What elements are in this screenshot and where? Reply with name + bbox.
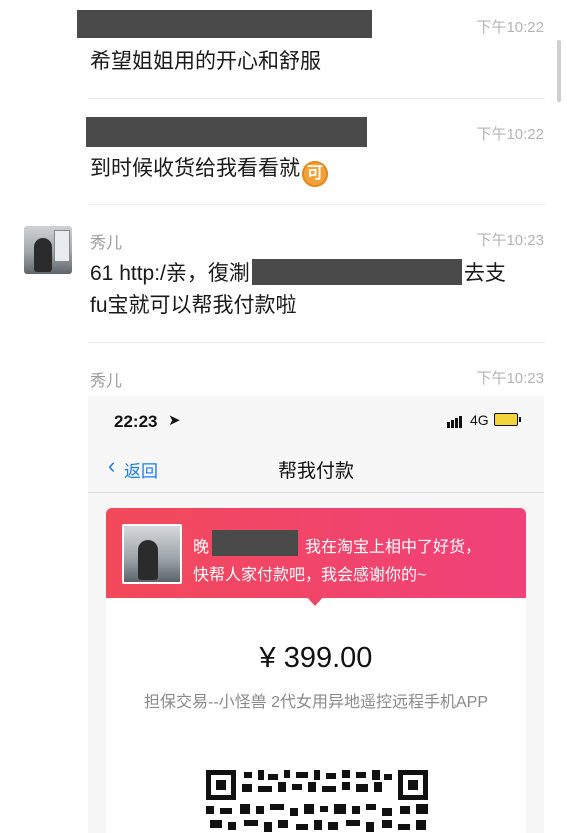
shared-screenshot[interactable]: 22:23 ➤ 4G ‹ 返回 帮我付款 晚 我在淘宝上相中了好货， 快帮人家付… <box>88 396 544 833</box>
request-line1: 我在淘宝上相中了好货， <box>305 539 482 556</box>
message-text-content: 到时候收货给我看看就 <box>90 157 300 180</box>
message-line1-suffix: 去支 <box>463 262 506 285</box>
avatar-figure <box>34 238 52 272</box>
battery-tip <box>519 417 521 422</box>
payment-card: 晚 我在淘宝上相中了好货， 快帮人家付款吧，我会感谢你的~ ¥ 399.00 担… <box>106 508 526 833</box>
coin-emoji-icon: 可 <box>302 161 328 187</box>
message-time: 下午10:23 <box>476 232 544 249</box>
divider <box>88 342 545 343</box>
message-text[interactable]: 到时候收货给我看看就可 <box>90 153 328 187</box>
greeting-prefix: 晚 <box>193 539 210 556</box>
page-title: 帮我付款 <box>277 461 354 482</box>
requester-avatar <box>122 524 182 584</box>
status-bar: 22:23 ➤ 4G <box>88 396 544 446</box>
nav-bar: ‹ 返回 帮我付款 <box>88 444 544 493</box>
divider <box>88 98 545 99</box>
divider <box>88 204 545 205</box>
message-line2: fu宝就可以帮我付款啦 <box>90 294 297 317</box>
message-text[interactable]: 61 http:/亲，復淛 去支 fu宝就可以帮我付款啦 <box>90 258 550 322</box>
redacted-code <box>251 259 462 285</box>
redacted-sender <box>77 10 372 38</box>
redacted-name <box>212 530 298 556</box>
avatar-figure <box>138 540 158 580</box>
avatar-window <box>54 230 70 262</box>
payment-amount: ¥ 399.00 <box>259 642 373 674</box>
message-time: 下午10:22 <box>476 19 544 36</box>
sender-name: 秀儿 <box>90 235 123 252</box>
message-line1-prefix: 61 http:/亲，復淛 <box>90 262 250 285</box>
avatar[interactable] <box>24 226 72 274</box>
qr-code-icon[interactable] <box>206 770 428 833</box>
banner-notch <box>306 596 324 606</box>
signal-icon <box>447 415 462 433</box>
message-time: 下午10:22 <box>476 126 544 143</box>
scrollbar[interactable] <box>557 40 561 102</box>
item-description: 担保交易--小怪兽 2代女用异地遥控远程手机APP <box>143 694 489 711</box>
location-arrow-icon: ➤ <box>168 412 181 429</box>
redacted-sender <box>86 117 367 147</box>
request-line2: 快帮人家付款吧，我会感谢你的~ <box>193 567 427 584</box>
message-text[interactable]: 希望姐姐用的开心和舒服 <box>90 46 321 78</box>
message-time: 下午10:23 <box>476 370 544 387</box>
battery-icon <box>494 413 518 426</box>
sender-name: 秀儿 <box>90 373 123 390</box>
network-label: 4G <box>470 412 489 428</box>
status-time: 22:23 <box>114 412 158 431</box>
request-banner: 晚 我在淘宝上相中了好货， 快帮人家付款吧，我会感谢你的~ <box>106 508 526 598</box>
